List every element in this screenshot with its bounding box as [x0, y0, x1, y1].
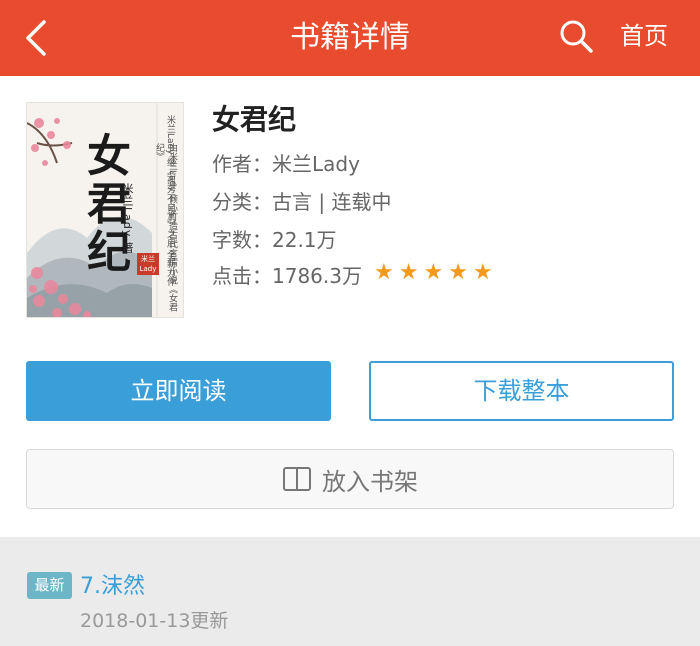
read-now-button[interactable]: 立即阅读 [26, 361, 331, 421]
star-icon: ★ [472, 260, 493, 285]
book-word-count: 字数：22.1万 [212, 228, 337, 252]
book-cover[interactable]: 女君纪 米兰Lady 著 米兰Lady 由米兰Lady 倾心打造古代言情小说《女… [26, 102, 184, 318]
cover-side-text-2: 米兰Lady 继《孤芳不自赏》之后 全新力作 [165, 115, 175, 287]
add-to-shelf-label: 放入书架 [322, 467, 418, 496]
latest-chapter-link[interactable]: 7.沫然 [80, 568, 145, 600]
star-icon: ★ [423, 260, 444, 285]
update-date: 2018-01-13更新 [80, 610, 229, 632]
book-title: 女君纪 [212, 103, 297, 136]
star-icon: ★ [448, 260, 468, 285]
book-category: 分类：古言 | 连载中 [212, 190, 392, 214]
page-title: 书籍详情 [290, 20, 410, 55]
download-button[interactable]: 下载整本 [369, 361, 674, 421]
latest-badge: 最新 [27, 572, 72, 599]
star-icon: ★ [374, 260, 394, 285]
book-author: 作者：米兰Lady [212, 152, 360, 176]
open-book-icon [283, 467, 311, 491]
top-bar: 书籍详情 首页 [0, 0, 700, 76]
home-link[interactable]: 首页 [620, 0, 668, 76]
rating-stars: ★ ★ ★ ★ ★ [374, 262, 493, 284]
back-arrow-icon[interactable] [18, 18, 58, 58]
cover-author: 米兰Lady 著 [121, 183, 134, 254]
search-icon[interactable] [558, 18, 594, 54]
add-to-shelf-button[interactable]: 放入书架 [26, 449, 674, 509]
star-icon: ★ [398, 260, 419, 285]
book-click-count: 点击：1786.3万 [212, 264, 362, 288]
